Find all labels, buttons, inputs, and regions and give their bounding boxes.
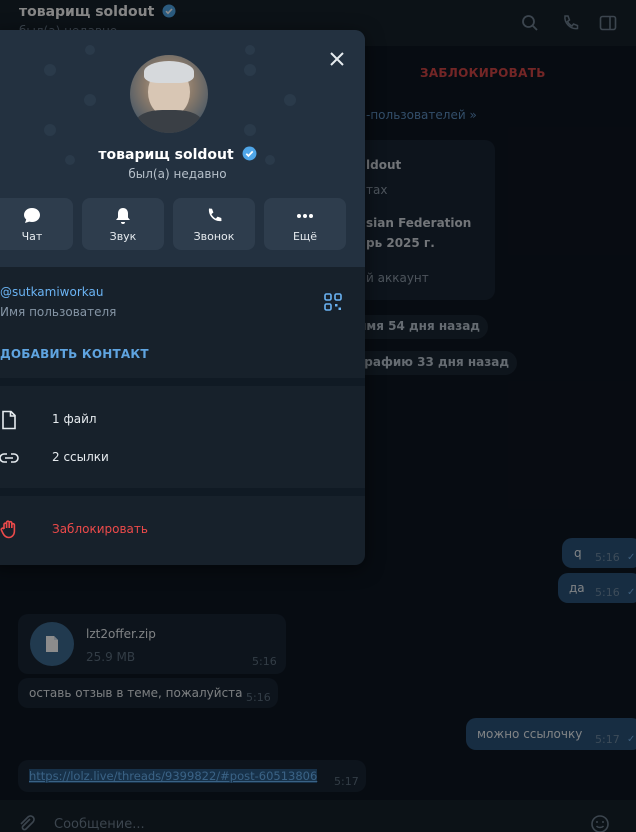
divider: [0, 488, 365, 496]
username-label: Имя пользователя: [0, 305, 117, 319]
bell-icon: [116, 208, 130, 224]
profile-header: товарищ soldout был(а) недавно Чат Звук …: [0, 30, 365, 267]
call-button[interactable]: Звонок: [173, 198, 255, 250]
files-row[interactable]: 1 файл: [0, 402, 365, 438]
files-label: 1 файл: [52, 412, 97, 426]
hand-stop-icon[interactable]: [0, 518, 20, 540]
chat-button-label: Чат: [21, 230, 43, 243]
block-user-button[interactable]: Заблокировать: [52, 522, 148, 536]
more-button[interactable]: Ещё: [264, 198, 346, 250]
phone-icon: [208, 208, 222, 222]
profile-panel: товарищ soldout был(а) недавно Чат Звук …: [0, 30, 365, 565]
qr-code-icon[interactable]: [324, 293, 342, 311]
link-icon: [0, 453, 19, 463]
close-icon[interactable]: [326, 48, 348, 70]
chat-bubble-icon: [24, 208, 40, 223]
profile-name: товарищ soldout: [0, 146, 365, 163]
divider: [0, 378, 365, 386]
links-row[interactable]: 2 ссылки: [0, 440, 365, 476]
username-value[interactable]: @sutkamiworkau: [0, 285, 103, 299]
call-button-label: Звонок: [193, 230, 235, 243]
links-label: 2 ссылки: [52, 450, 109, 464]
profile-name-text: товарищ soldout: [98, 147, 234, 163]
sound-button-label: Звук: [109, 230, 137, 243]
profile-status: был(а) недавно: [128, 167, 227, 181]
chat-button[interactable]: Чат: [0, 198, 73, 250]
file-icon: [2, 410, 16, 430]
avatar[interactable]: [130, 55, 208, 133]
more-button-label: Ещё: [292, 230, 318, 243]
add-contact-button[interactable]: ДОБАВИТЬ КОНТАКТ: [0, 347, 149, 361]
verified-badge-icon: [242, 146, 257, 161]
sound-button[interactable]: Звук: [82, 198, 164, 250]
more-dots-icon: [297, 214, 313, 218]
